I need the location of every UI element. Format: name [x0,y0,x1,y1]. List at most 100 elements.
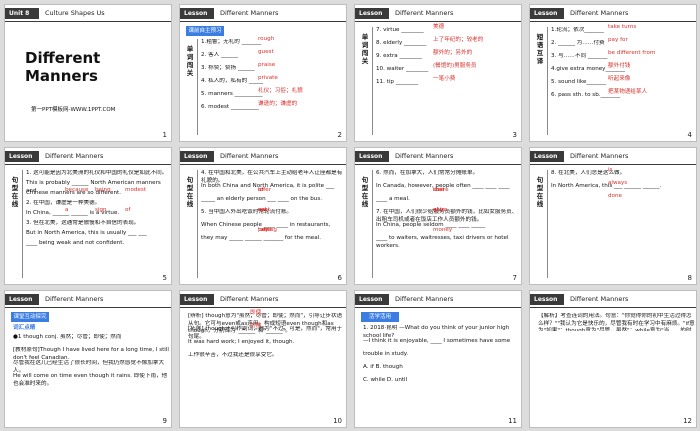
slide-thumbnail-11[interactable]: Lesson 45 Different Manners 11 活学活用 1. 2018·… [354,290,522,428]
slide-thumbnail-8[interactable]: Lesson 45 Different Manners 8 句型在线 8. 在北美，人们… [529,147,697,285]
text-line: ____ to waiters, waitresses, taxi driver… [376,235,509,249]
lesson-tag: Lesson 45 [355,294,389,314]
answer-text: rough [258,36,275,42]
lesson-tag: Unit 8 [5,8,39,19]
header-rule [530,20,696,22]
slide-number: 10 [333,417,342,425]
side-label: 句型在线 [361,176,369,208]
answer-text: 一笔小费 [433,76,456,82]
header-rule [5,20,171,22]
answer-text: always [608,180,628,186]
section-badge: 课堂互动探究 [11,312,49,322]
slide-header: Lesson 45 Different Manners [5,148,171,171]
header-rule [5,163,171,165]
slide-thumbnail-5[interactable]: Lesson 45 Different Manners 5 句型在线 1. 这可能是因为… [4,147,172,285]
slide-header: Unit 8 Culture Shapes Us [5,5,171,22]
slide-thumbnail-4[interactable]: Lesson 45 Different Manners 4 短语互译 1.轮流；依次__… [529,4,697,142]
slide-header-title: Different Manners [395,152,454,160]
slide-thumbnail-7[interactable]: Lesson 45 Different Manners 7 句型在线 6. 然而，在加拿… [354,147,522,285]
text-line: _____ an elderly person ___ ____ on the … [201,196,323,202]
text-line: He will come on time even though it rain… [13,373,168,387]
answer-text: modest [125,187,146,193]
side-divider [22,170,23,278]
answer-text: is [608,167,613,173]
slide-header: Lesson 45 Different Manners [530,5,696,28]
slide-header-title: Different Manners [220,9,279,17]
side-divider [197,170,198,278]
lesson-tag: Lesson 45 [5,294,39,314]
slide-thumbnail-6[interactable]: Lesson 45 Different Manners 6 句型在线 4. 在中国和北美… [179,147,347,285]
slide-subtitle: 第一PPT模板网-WWW.1PPT.COM [31,107,116,113]
text-line: A. if B. though [363,364,403,370]
slide-header: Lesson 45 Different Manners [180,148,346,171]
answer-text: because [65,187,89,193]
answer-text: private [258,75,278,81]
slide-thumbnail-3[interactable]: Lesson 45 Different Manners 3 单词闯关 7. virtue… [354,4,522,142]
lesson-tag: Lesson 45 [355,151,389,171]
answer-text: 听起来像 [608,76,631,82]
answer-text: cost [433,187,445,193]
lesson-tag: Lesson 45 [180,151,214,171]
slide-thumbnail-12[interactable]: Lesson 45 Different Manners 12 【解析】考查连词的用法。… [529,290,697,428]
slide-header-title: Different Manners [570,152,629,160]
slide-header-title: Culture Shapes Us [45,9,105,17]
slide-header: Lesson 45 Different Manners [530,148,696,171]
answer-text: money [433,227,453,233]
text-line: 5. 当中国人外出吃饭时常轮流付账。 [201,209,293,215]
slide-grid: Unit 8 Culture Shapes Us 1 Different Manner… [0,0,700,431]
side-divider [547,27,548,135]
side-divider [372,170,373,278]
header-rule [180,163,346,165]
answer-text: guest [258,49,274,55]
header-rule [5,306,171,308]
slide-header-title: Different Manners [45,152,104,160]
lesson-tag: Lesson 45 [530,294,564,314]
text-line: 1. 这可能是因为北美洲的礼仪和中国的礼仪是如此不同。 [26,170,168,176]
lesson-tag: Lesson 45 [530,8,564,28]
text-line: trouble in study. [363,351,409,357]
answer-text: 谦逊的；谦虚的 [258,101,298,107]
text-line: C. while D. until [363,377,408,383]
answer-text: 把某物递给某人 [608,89,648,95]
slide-number: 7 [512,274,517,282]
header-rule [355,20,521,22]
answer-text: extra [433,207,448,213]
text-line: 工作很辛苦，不过我还是很享受它。 [188,352,278,358]
answer-text: of [125,207,131,213]
answer-text: 美德 [433,24,445,30]
slide-main-title: Different Manners [25,49,101,85]
text-line: 3. 但在北美，这通常是傲慢和不自信的表现。 [26,220,140,226]
answer-text: done [608,193,622,199]
slide-number: 8 [687,274,692,282]
side-label: 单词闯关 [186,45,194,77]
answer-text: being [95,187,111,193]
header-rule [355,163,521,165]
text-line: —I think it is enjoyable, ____ I sometim… [363,338,511,344]
slide-thumbnail-2[interactable]: Lesson 45 Different Manners 2 课前自主预习 单词闯关 1.粗… [179,4,347,142]
side-label: 句型在线 [11,176,19,208]
slide-header-title: Different Manners [395,295,454,303]
text-line: 8. 在北美，人们总是这么做。 [551,170,626,176]
slide-header-title: Different Manners [220,152,279,160]
answer-text: be different from [608,50,656,56]
slide-number: 3 [512,131,517,139]
slide-header-title: Different Manners [45,295,104,303]
slide-thumbnail-9[interactable]: Lesson 45 Different Manners 9 课堂互动探究 词汇点睛 ●1 … [4,290,172,428]
slide-header: Lesson 45 Different Manners [355,5,521,28]
answer-text: (餐馆的)男服务员 [433,63,477,69]
answer-text: praise [258,62,276,68]
lesson-tag: Lesson 45 [180,8,214,28]
slide-header: Lesson 45 Different Manners [180,5,346,28]
side-label: 短语互译 [536,33,544,65]
side-label: 单词闯关 [361,33,369,65]
answer-text: pay for [608,37,628,43]
slide-thumbnail-10[interactable]: Lesson 45 Different Manners 10 [辨析] though意… [179,290,347,428]
text-line: ____ being weak and not confident. [26,240,125,246]
section-badge: 活学活用 [361,312,399,322]
slide-thumbnail-1[interactable]: Unit 8 Culture Shapes Us 1 Different Manner… [4,4,172,142]
text-line: 【解析】考查连词的用法。句意："你觉得你的初中生活过得怎么样？""我认为它是快乐… [538,313,695,331]
lesson-tag: Lesson 45 [5,151,39,171]
slide-header: Lesson 45 Different Manners [180,291,346,314]
text-line: ____ a meal. [376,196,410,202]
answer-text: sign [95,207,107,213]
